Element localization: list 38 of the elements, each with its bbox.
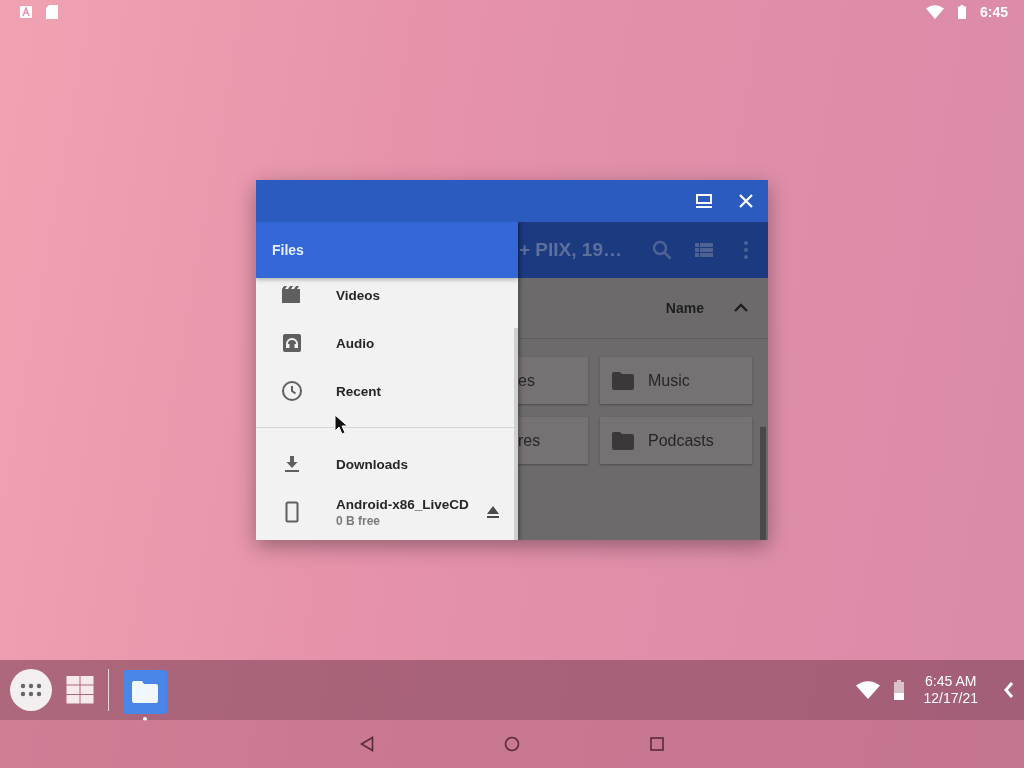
chevron-left-icon[interactable] [1004, 682, 1014, 698]
scrollbar[interactable] [760, 427, 766, 540]
battery-icon[interactable] [893, 680, 904, 700]
folder-name: es [518, 371, 535, 390]
app-launcher-button[interactable] [10, 669, 52, 711]
dots-grid-icon [20, 683, 42, 697]
overview-icon[interactable] [650, 737, 664, 751]
drawer-item[interactable]: Recent [256, 367, 518, 415]
taskbar-date: 12/17/21 [923, 690, 978, 707]
recent-apps-grid-icon[interactable] [66, 676, 94, 704]
home-icon[interactable] [504, 736, 520, 752]
drawer-item[interactable]: Downloads [256, 440, 518, 488]
scrollbar[interactable] [514, 328, 518, 540]
status-time: 6:45 [979, 4, 1008, 20]
window-mode-button[interactable] [694, 191, 714, 211]
wifi-icon[interactable] [855, 681, 880, 699]
clock-icon [280, 379, 304, 403]
drawer-title: Files [272, 242, 304, 258]
folder-name: Podcasts [648, 431, 714, 450]
notification-icon [20, 6, 32, 18]
back-icon[interactable] [360, 736, 374, 752]
folder-name: Music [648, 371, 690, 390]
folder-name: res [518, 431, 541, 450]
drawer-item[interactable]: Videos [256, 278, 518, 319]
wifi-icon [925, 5, 944, 19]
battery-icon [957, 5, 966, 19]
folder-icon [612, 371, 634, 390]
taskbar-time: 6:45 AM [925, 673, 977, 690]
folder-icon [132, 680, 158, 703]
sd-card-icon [46, 5, 58, 19]
chevron-up-icon[interactable] [734, 303, 748, 313]
toolbar-title: + PIIX, 19… [519, 239, 622, 261]
files-app-button[interactable] [123, 669, 167, 714]
drawer-item[interactable]: Android-x86_LiveCD 0 B free [256, 488, 518, 536]
running-indicator-dot [143, 716, 147, 721]
pointer-icon [334, 414, 348, 436]
folder-icon [612, 431, 634, 450]
headphones-icon [280, 331, 304, 355]
